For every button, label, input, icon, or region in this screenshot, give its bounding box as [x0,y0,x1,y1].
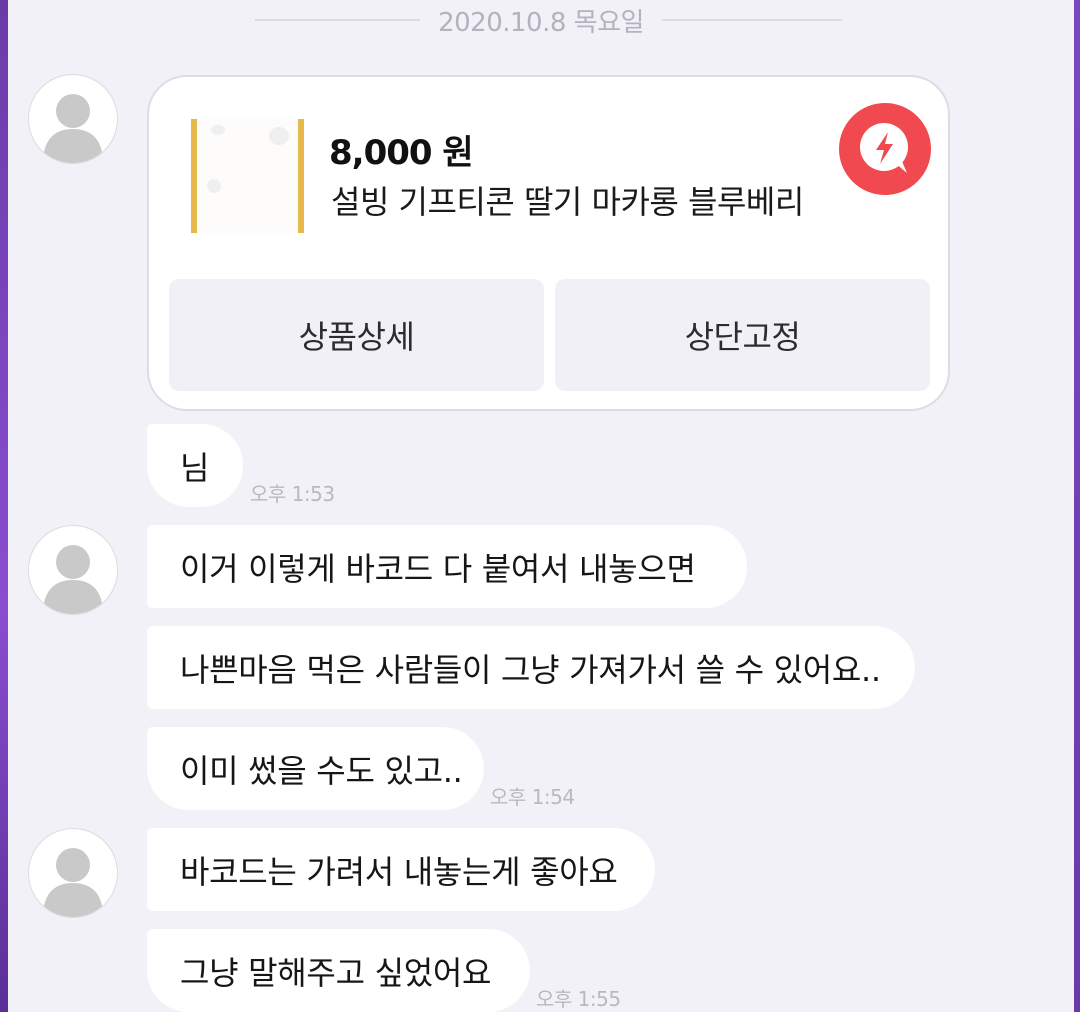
message-timestamp: 오후 1:55 [536,987,621,1011]
message-bubble[interactable]: 그냥 말해주고 싶었어요 [147,929,530,1012]
pin-to-top-button[interactable]: 상단고정 [555,279,930,391]
message-bubble[interactable]: 이거 이렇게 바코드 다 붙여서 내놓으면 [147,525,747,608]
product-card[interactable]: 8,000 원 설빙 기프티콘 딸기 마카롱 블루베리 상품상세 상단고정 [147,75,950,411]
message-text: 그냥 말해주고 싶었어요 [180,953,492,992]
date-label: 2020.10.8 목요일 [438,8,644,38]
lightning-q-icon[interactable] [839,103,931,195]
person-icon [43,848,103,917]
message-text: 님 [180,448,210,487]
product-detail-button[interactable]: 상품상세 [169,279,544,391]
window-edge-left [0,0,8,1012]
thumbnail-stripe-left [191,119,197,233]
message-bubble[interactable]: 나쁜마음 먹은 사람들이 그냥 가져가서 쓸 수 있어요.. [147,626,915,709]
message-timestamp: 오후 1:54 [490,785,575,809]
avatar[interactable] [28,828,118,918]
avatar[interactable] [28,74,118,164]
date-separator: 2020.10.8 목요일 [0,0,1080,40]
date-divider-left [255,19,420,21]
product-thumbnail[interactable] [191,119,304,233]
person-icon [43,94,103,163]
message-text: 나쁜마음 먹은 사람들이 그냥 가져가서 쓸 수 있어요.. [180,650,881,689]
message-text: 바코드는 가려서 내놓는게 좋아요 [180,852,618,891]
thumbnail-stripe-right [298,119,304,233]
product-price: 8,000 원 [329,133,474,173]
message-timestamp: 오후 1:53 [250,482,335,506]
message-bubble[interactable]: 이미 썼을 수도 있고.. [147,727,484,810]
thumbnail-detail [269,127,289,145]
date-divider-right [662,19,842,21]
thumbnail-detail [207,179,221,193]
person-icon [43,545,103,614]
message-text: 이미 썼을 수도 있고.. [180,751,463,790]
message-text: 이거 이렇게 바코드 다 붙여서 내놓으면 [180,549,696,588]
message-bubble[interactable]: 바코드는 가려서 내놓는게 좋아요 [147,828,655,911]
thumbnail-detail [211,125,225,135]
window-edge-right [1074,0,1080,1012]
message-bubble[interactable]: 님 [147,424,243,507]
product-name: 설빙 기프티콘 딸기 마카롱 블루베리 [331,183,804,221]
avatar[interactable] [28,525,118,615]
